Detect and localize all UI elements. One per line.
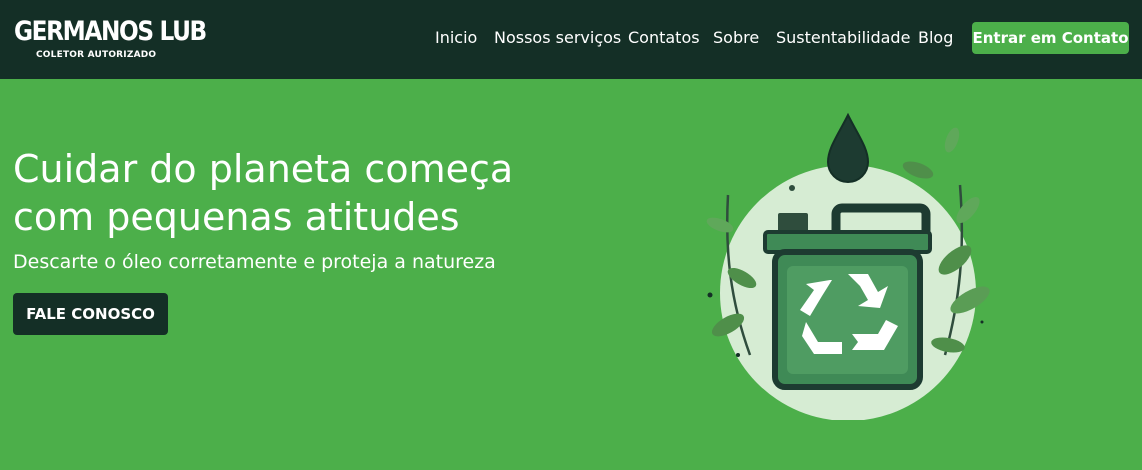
hero-title-line-1: Cuidar do planeta começa: [13, 147, 514, 191]
brand-logo[interactable]: GERMANOS LUB COLETOR AUTORIZADO: [14, 17, 207, 63]
hero-title-line-2: com pequenas atitudes: [13, 195, 460, 239]
nav-link-sustentabilidade[interactable]: Sustentabilidade: [776, 28, 910, 48]
oil-canister-recycle-icon: [706, 112, 990, 420]
brand-tagline: COLETOR AUTORIZADO: [36, 50, 157, 60]
fale-conosco-button[interactable]: FALE CONOSCO: [13, 293, 168, 335]
canister-icon: [763, 203, 932, 390]
contact-cta-button[interactable]: Entrar em Contato: [972, 22, 1129, 54]
brand-name: GERMANOS LUB: [14, 16, 207, 47]
top-navbar: GERMANOS LUB COLETOR AUTORIZADO Inicio N…: [0, 0, 1142, 79]
hero-title: Cuidar do planeta começa com pequenas at…: [13, 145, 533, 241]
nav-link-contatos[interactable]: Contatos: [628, 28, 700, 48]
hero-subtitle: Descarte o óleo corretamente e proteja a…: [13, 251, 496, 273]
nav-link-inicio[interactable]: Inicio: [435, 28, 477, 48]
nav-link-nossos-servicos[interactable]: Nossos serviços: [494, 28, 621, 48]
nav-link-blog[interactable]: Blog: [918, 28, 953, 48]
oil-drop-icon: [826, 112, 870, 183]
nav-link-sobre[interactable]: Sobre: [713, 28, 759, 48]
